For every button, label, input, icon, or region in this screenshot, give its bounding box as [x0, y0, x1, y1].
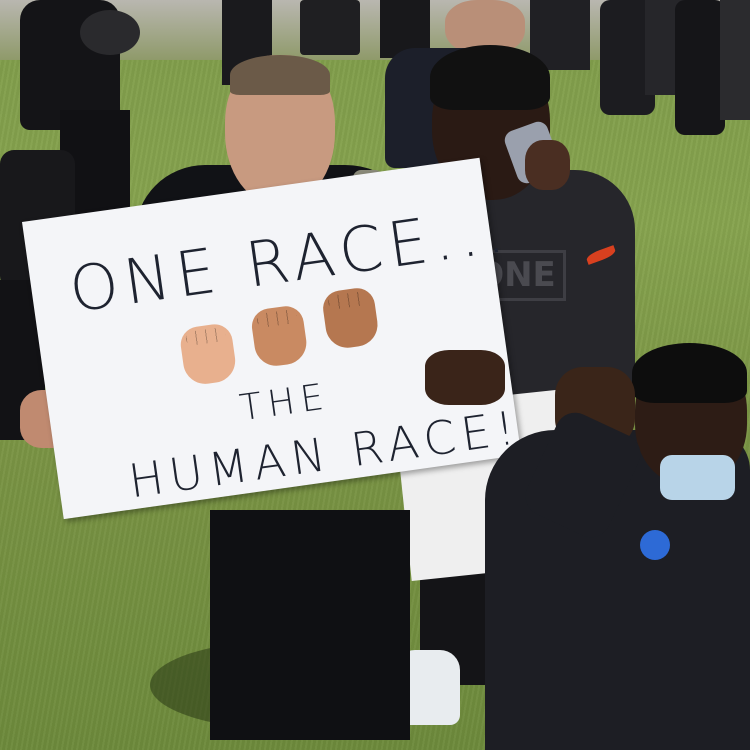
- fist-icon-medium: [249, 303, 310, 369]
- jacket-logo: [640, 530, 670, 560]
- fist-icon-dark: [320, 285, 381, 351]
- hand-on-shoulder: [525, 140, 570, 190]
- sign-line-2: THE: [237, 376, 332, 430]
- hand-on-sign: [425, 350, 505, 405]
- protest-photo: ONE ONE RACE... THE HUMAN RACE!: [0, 0, 750, 750]
- protest-sign: ONE RACE... THE HUMAN RACE!: [22, 157, 524, 520]
- hair: [632, 343, 747, 403]
- mask: [660, 455, 735, 500]
- hair: [230, 55, 330, 95]
- hair: [430, 45, 550, 110]
- pants: [210, 510, 410, 740]
- fist-icon-light: [178, 322, 239, 387]
